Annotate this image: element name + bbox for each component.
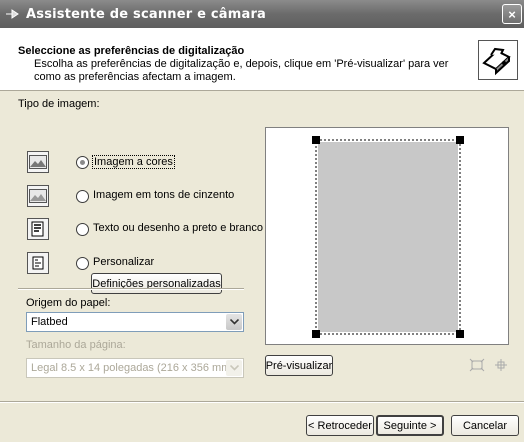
image-type-label: Tipo de imagem: bbox=[18, 98, 100, 110]
custom-settings-icon bbox=[27, 252, 49, 274]
scanner-camera-icon bbox=[478, 40, 518, 80]
custom-settings-button[interactable]: Definições personalizadas bbox=[91, 273, 222, 294]
window-title: Assistente de scanner e câmara bbox=[26, 6, 267, 22]
resize-handle-bottom-left bbox=[312, 330, 320, 338]
fit-to-selection-icon[interactable] bbox=[469, 358, 485, 375]
page-size-value: Legal 8.5 x 14 polegadas (216 x 356 mm) bbox=[31, 362, 235, 374]
footer-divider bbox=[0, 401, 524, 403]
page-size-label: Tamanho da página: bbox=[26, 339, 126, 351]
title-bar: Assistente de scanner e câmara × bbox=[0, 0, 524, 28]
black-white-text-label[interactable]: Texto ou desenho a preto e branco bbox=[93, 222, 263, 234]
cancel-button[interactable]: Cancelar bbox=[451, 415, 519, 436]
section-divider bbox=[18, 288, 244, 290]
header-title: Seleccione as preferências de digitaliza… bbox=[18, 45, 245, 57]
scan-region bbox=[318, 142, 458, 332]
resize-handle-top-left bbox=[312, 136, 320, 144]
black-white-text-icon bbox=[27, 218, 49, 240]
custom-label[interactable]: Personalizar bbox=[93, 256, 154, 268]
radio-black-white-text[interactable] bbox=[76, 223, 89, 236]
page-size-select: Legal 8.5 x 14 polegadas (216 x 356 mm) bbox=[26, 358, 244, 378]
paper-source-value: Flatbed bbox=[31, 316, 68, 328]
wizard-header: Seleccione as preferências de digitaliza… bbox=[0, 28, 524, 91]
radio-color-image[interactable] bbox=[76, 156, 89, 169]
color-image-label[interactable]: Imagem a cores bbox=[92, 155, 175, 169]
back-button[interactable]: < Retroceder bbox=[306, 415, 374, 436]
grayscale-image-label[interactable]: Imagem em tons de cinzento bbox=[93, 189, 234, 201]
paper-source-label: Origem do papel: bbox=[26, 297, 111, 309]
grayscale-image-icon bbox=[27, 185, 49, 207]
zoom-icon[interactable] bbox=[493, 358, 509, 375]
scanner-wizard-icon bbox=[4, 6, 20, 22]
radio-custom[interactable] bbox=[76, 257, 89, 270]
chevron-down-icon[interactable] bbox=[226, 314, 242, 330]
paper-source-select[interactable]: Flatbed bbox=[26, 312, 244, 332]
header-description: Escolha as preferências de digitalização… bbox=[34, 58, 449, 83]
resize-handle-top-right bbox=[456, 136, 464, 144]
scan-preview-area[interactable] bbox=[265, 127, 509, 345]
chevron-down-icon bbox=[226, 360, 242, 376]
next-button[interactable]: Seguinte > bbox=[376, 415, 444, 436]
radio-grayscale-image[interactable] bbox=[76, 190, 89, 203]
color-image-icon bbox=[27, 151, 49, 173]
preview-button[interactable]: Pré-visualizar bbox=[265, 355, 333, 376]
close-icon: × bbox=[508, 6, 516, 22]
resize-handle-bottom-right bbox=[456, 330, 464, 338]
close-button[interactable]: × bbox=[502, 4, 522, 24]
